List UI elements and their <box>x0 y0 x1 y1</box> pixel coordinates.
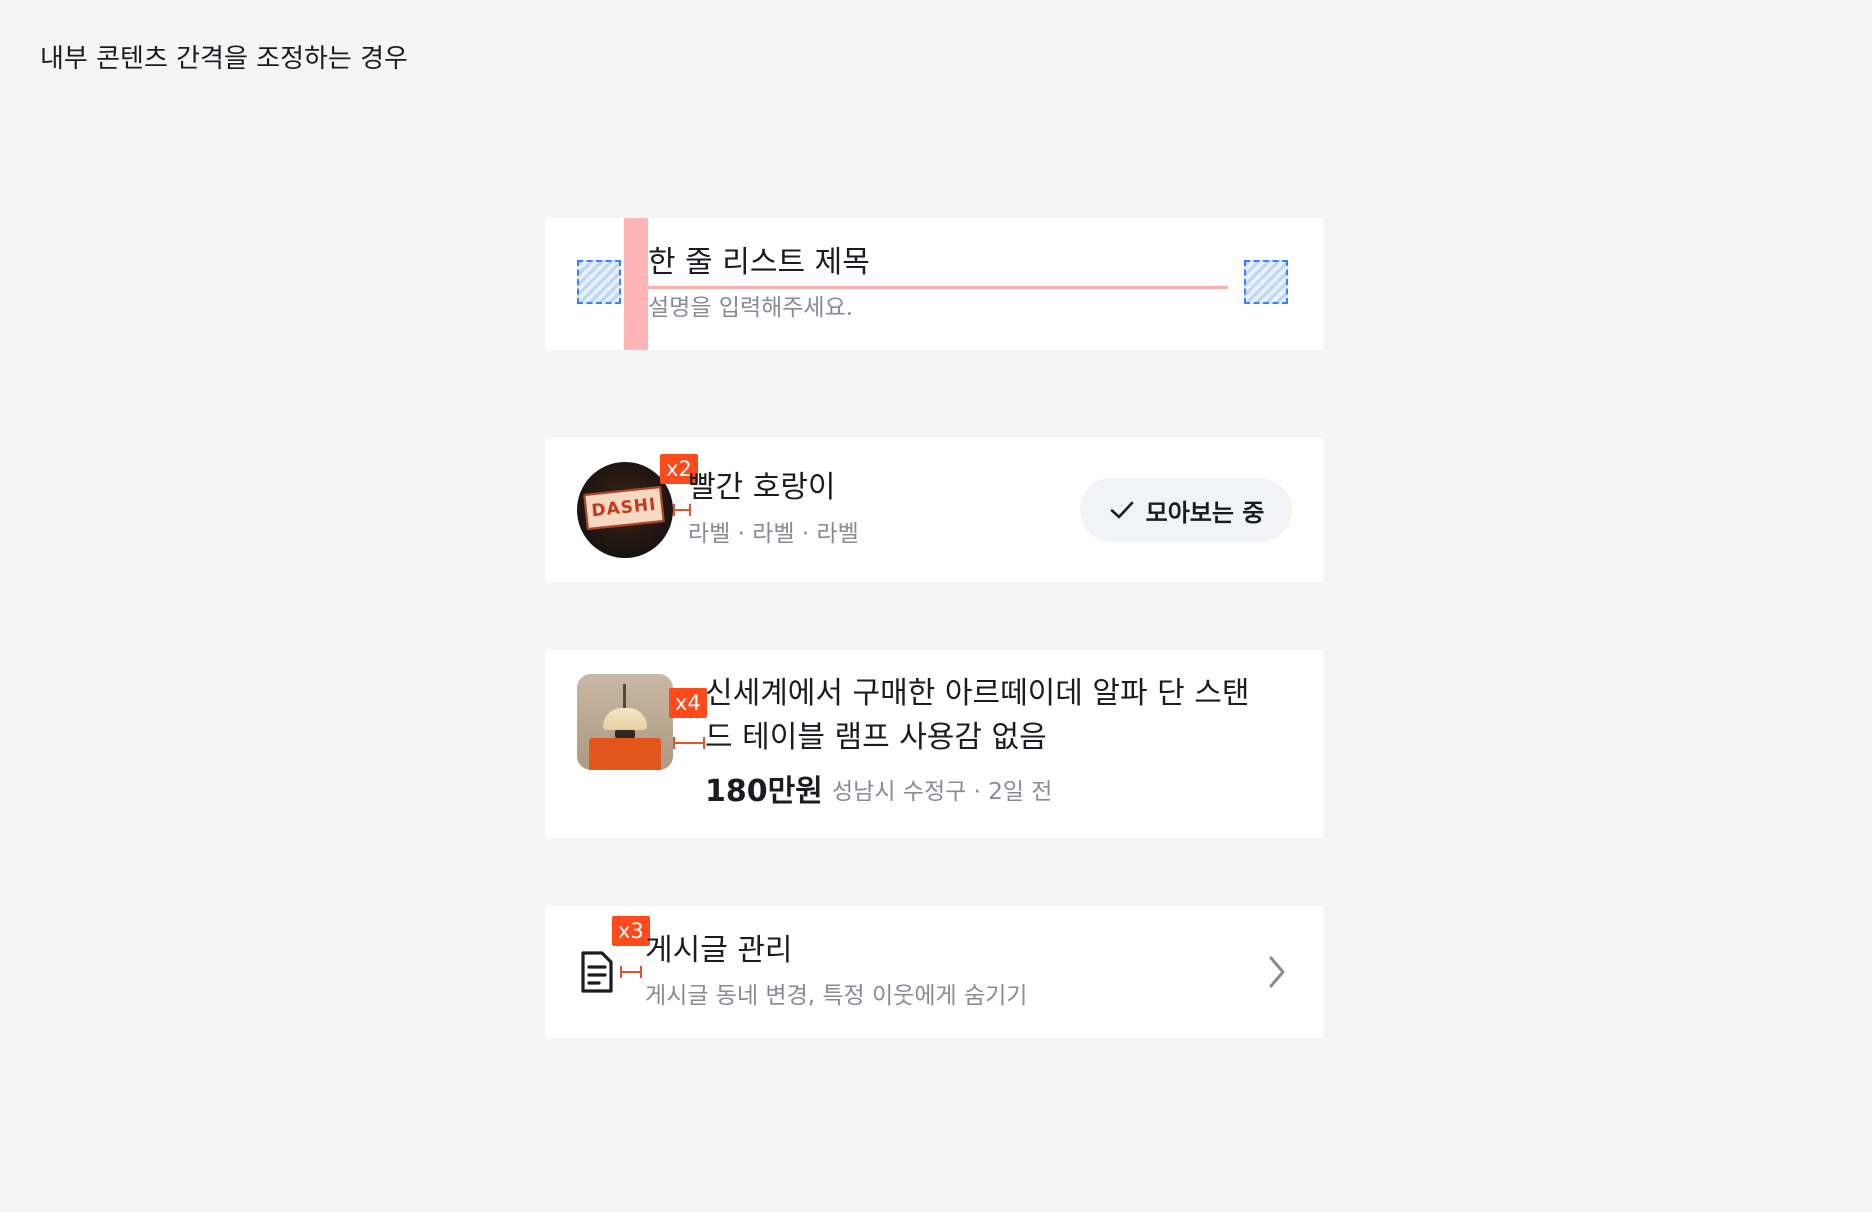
check-icon <box>1110 501 1133 519</box>
spacing-marker-line <box>648 286 1228 289</box>
follow-button[interactable]: 모아보는 중 <box>1080 478 1292 542</box>
product-title-line-1: 신세계에서 구매한 아르떼이데 알파 단 스탠 <box>705 676 1250 711</box>
spacing-marker-bar <box>624 218 648 350</box>
chevron-right-icon[interactable] <box>1263 952 1291 992</box>
menu-item-title: 게시글 관리 <box>645 933 793 968</box>
gap-indicator <box>673 504 691 516</box>
profile-labels: 라벨 · 라벨 · 라벨 <box>688 521 859 547</box>
product-thumbnail <box>577 674 673 770</box>
lamp-base <box>615 730 635 738</box>
gap-badge: x4 <box>669 688 707 718</box>
list-item-title: 한 줄 리스트 제목 <box>648 245 870 280</box>
menu-list-card[interactable]: x3 게시글 관리 게시글 동네 변경, 특정 이웃에게 숨기기 <box>545 906 1324 1038</box>
product-price: 180만원 <box>705 774 823 809</box>
product-list-card[interactable]: x4 신세계에서 구매한 아르떼이데 알파 단 스탠 드 테이블 램프 사용감 … <box>545 650 1324 838</box>
list-item-spec-card: 한 줄 리스트 제목 설명을 입력해주세요. <box>545 218 1324 350</box>
lamp-shade <box>603 708 647 730</box>
product-title-line-2: 드 테이블 램프 사용감 없음 <box>705 720 1047 755</box>
product-meta: 성남시 수정구 · 2일 전 <box>832 779 1053 805</box>
avatar: DASHI <box>577 462 673 558</box>
gap-indicator <box>673 737 705 749</box>
right-padding-marker <box>1244 260 1288 304</box>
side-table <box>589 738 661 770</box>
follow-button-label: 모아보는 중 <box>1145 498 1265 527</box>
left-padding-marker <box>577 260 621 304</box>
gap-indicator <box>620 966 642 978</box>
avatar-sign-text: DASHI <box>590 494 658 522</box>
menu-item-description: 게시글 동네 변경, 특정 이웃에게 숨기기 <box>645 983 1028 1009</box>
profile-name: 빨간 호랑이 <box>688 470 836 505</box>
document-icon <box>581 951 613 993</box>
profile-list-card[interactable]: DASHI x2 빨간 호랑이 라벨 · 라벨 · 라벨 모아보는 중 <box>545 438 1324 582</box>
page-title: 내부 콘텐츠 간격을 조정하는 경우 <box>40 44 408 74</box>
list-item-description: 설명을 입력해주세요. <box>648 295 854 321</box>
avatar-sign: DASHI <box>583 486 665 530</box>
